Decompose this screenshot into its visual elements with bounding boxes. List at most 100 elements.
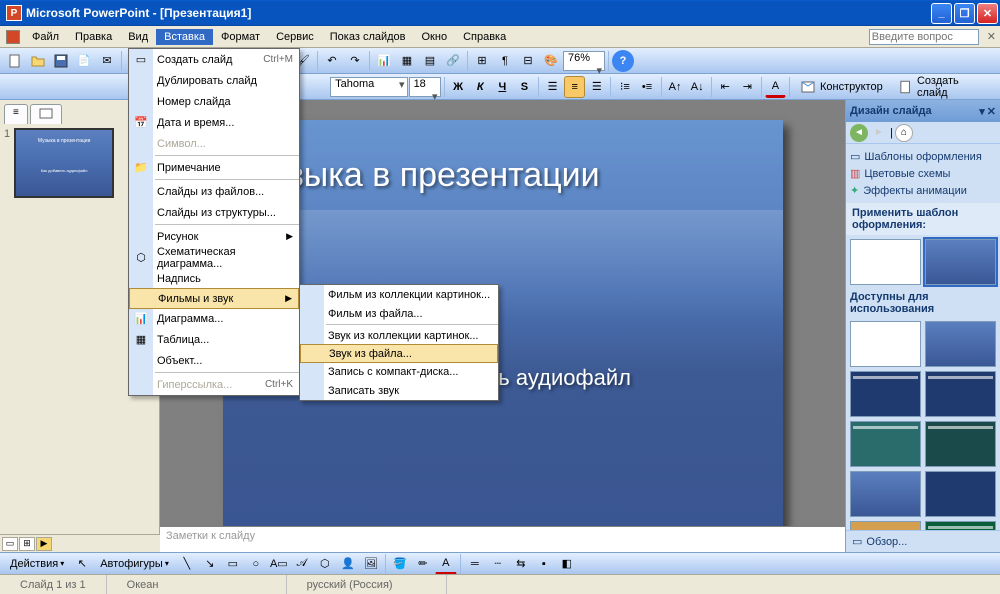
template-thumb[interactable] (925, 421, 996, 467)
ask-question-box[interactable] (869, 29, 979, 45)
normal-view-button[interactable]: ▭ (2, 537, 18, 551)
dash-style-button[interactable]: ┄ (487, 553, 509, 575)
help-button[interactable]: ? (612, 50, 634, 72)
increase-font-button[interactable]: A↑ (665, 76, 686, 98)
template-thumb[interactable] (925, 371, 996, 417)
menu-item[interactable]: ▭Создать слайдCtrl+M (129, 49, 299, 70)
menu-tools[interactable]: Сервис (268, 29, 322, 45)
menu-help[interactable]: Справка (455, 29, 514, 45)
picture-button[interactable]: 🖼 (360, 553, 382, 575)
arrow-style-button[interactable]: ⇆ (510, 553, 532, 575)
taskpane-home[interactable]: ⌂ (895, 124, 913, 142)
shadow-style-button[interactable]: ▪ (533, 553, 555, 575)
menu-item[interactable]: Фильм из коллекции картинок... (300, 285, 498, 304)
increase-indent-button[interactable]: ⇥ (737, 76, 758, 98)
align-right-button[interactable]: ☰ (586, 76, 607, 98)
slideshow-view-button[interactable]: ▶ (36, 537, 52, 551)
bullets-button[interactable]: •≡ (636, 76, 657, 98)
insert-chart-button[interactable]: 📊 (373, 50, 395, 72)
taskpane-back[interactable]: ◄ (850, 124, 868, 142)
shadow-button[interactable]: S (514, 76, 535, 98)
select-objects-button[interactable]: ↖ (71, 553, 93, 575)
menu-slideshow[interactable]: Показ слайдов (322, 29, 414, 45)
menu-format[interactable]: Формат (213, 29, 268, 45)
decrease-font-button[interactable]: A↓ (687, 76, 708, 98)
menu-item[interactable]: Звук из коллекции картинок... (300, 326, 498, 345)
align-center-button[interactable]: ≡ (564, 76, 585, 98)
grid-button[interactable]: ⊟ (517, 50, 539, 72)
menu-insert[interactable]: Вставка (156, 29, 213, 45)
menu-item[interactable]: Записать звук (300, 381, 498, 400)
taskpane-forward[interactable]: ► (870, 124, 888, 142)
autoshapes-menu[interactable]: Автофигуры (94, 555, 175, 573)
actions-menu[interactable]: Действия (4, 555, 70, 573)
template-thumb[interactable] (925, 521, 996, 530)
slide-design-button[interactable]: Конструктор (793, 76, 890, 98)
bold-button[interactable]: Ж (448, 76, 469, 98)
menu-item[interactable]: 📊Диаграмма... (129, 308, 299, 329)
doc-close-button[interactable]: ✕ (987, 30, 996, 43)
ask-input[interactable] (869, 29, 979, 45)
arrow-button[interactable]: ↘ (199, 553, 221, 575)
template-thumb[interactable] (925, 321, 996, 367)
menu-item[interactable]: Слайды из файлов... (129, 181, 299, 202)
textbox-button[interactable]: A▭ (268, 553, 290, 575)
font-color-button2[interactable]: A (435, 553, 457, 575)
template-thumb[interactable] (925, 471, 996, 517)
expand-all-button[interactable]: ⊞ (471, 50, 493, 72)
template-thumb-ocean[interactable] (925, 239, 996, 285)
menu-item[interactable]: Слайды из структуры... (129, 202, 299, 223)
line-color-button[interactable]: ✏ (412, 553, 434, 575)
link-templates[interactable]: ▭Шаблоны оформления (850, 148, 996, 165)
new-slide-button[interactable]: Создать слайд (891, 76, 996, 98)
menu-window[interactable]: Окно (414, 29, 456, 45)
open-button[interactable] (27, 50, 49, 72)
line-style-button[interactable]: ═ (464, 553, 486, 575)
menu-item[interactable]: Объект... (129, 350, 299, 371)
insert-table-button[interactable]: ▦ (396, 50, 418, 72)
menu-item[interactable]: 📁Примечание (129, 157, 299, 178)
menu-item[interactable]: ▦Таблица... (129, 329, 299, 350)
wordart-button[interactable]: 𝒜 (291, 553, 313, 575)
menu-item[interactable]: Надпись (129, 268, 299, 289)
notes-pane[interactable]: Заметки к слайду (160, 526, 845, 552)
numbering-button[interactable]: ⁝≡ (614, 76, 635, 98)
minimize-button[interactable]: _ (931, 3, 952, 24)
line-button[interactable]: ╲ (176, 553, 198, 575)
menu-item[interactable]: Дублировать слайд (129, 70, 299, 91)
menu-item[interactable]: Звук из файла... (300, 344, 498, 363)
template-thumb[interactable] (850, 371, 921, 417)
undo-button[interactable]: ↶ (321, 50, 343, 72)
font-size-select[interactable]: 18 (409, 77, 441, 97)
menu-item[interactable]: Рисунок▶ (129, 226, 299, 247)
template-thumb[interactable] (850, 421, 921, 467)
menu-item[interactable]: Номер слайда (129, 91, 299, 112)
slide-title-text[interactable]: Музыка в презентации (223, 120, 783, 195)
menu-item[interactable]: 📅Дата и время... (129, 112, 299, 133)
menu-view[interactable]: Вид (120, 29, 156, 45)
thumbnail-preview[interactable]: Музыка в презентации Как добавить аудиоф… (14, 128, 114, 198)
oval-button[interactable]: ○ (245, 553, 267, 575)
sorter-view-button[interactable]: ⊞ (19, 537, 35, 551)
diagram-button[interactable]: ⬡ (314, 553, 336, 575)
outline-tab[interactable]: ≡ (4, 104, 28, 124)
new-button[interactable] (4, 50, 26, 72)
link-color-schemes[interactable]: ▥Цветовые схемы (850, 165, 996, 182)
maximize-button[interactable]: ❐ (954, 3, 975, 24)
permission-button[interactable]: 📄 (73, 50, 95, 72)
underline-button[interactable]: Ч (492, 76, 513, 98)
decrease-indent-button[interactable]: ⇤ (715, 76, 736, 98)
insert-hyperlink-button[interactable]: 🔗 (442, 50, 464, 72)
color-button[interactable]: 🎨 (540, 50, 562, 72)
taskpane-close[interactable]: ✕ (987, 105, 996, 118)
menu-file[interactable]: Файл (24, 29, 67, 45)
font-select[interactable]: Tahoma (330, 77, 407, 97)
template-thumb[interactable] (850, 239, 921, 285)
link-animation[interactable]: ✦Эффекты анимации (850, 182, 996, 199)
redo-button[interactable]: ↷ (344, 50, 366, 72)
font-color-button[interactable]: A (765, 76, 786, 98)
template-thumb[interactable] (850, 471, 921, 517)
show-formatting-button[interactable]: ¶ (494, 50, 516, 72)
slides-tab[interactable] (30, 104, 62, 124)
zoom-select[interactable]: 76% (563, 51, 605, 71)
